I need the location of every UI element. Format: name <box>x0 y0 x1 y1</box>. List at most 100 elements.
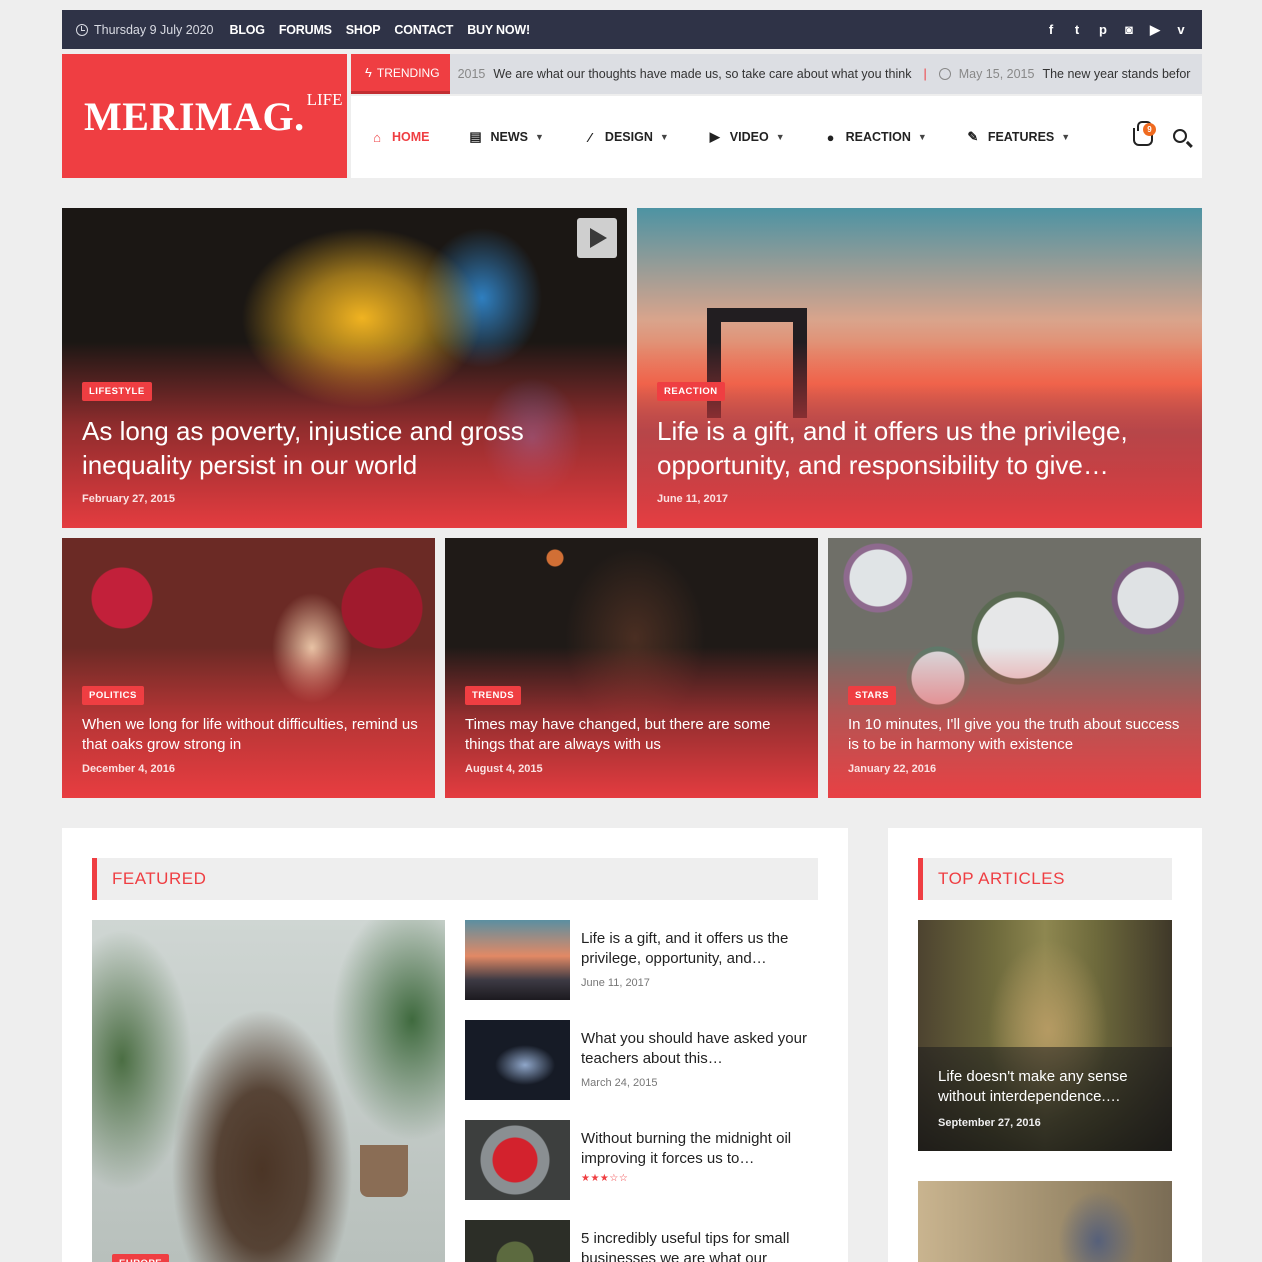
rating-stars: ★★★☆☆ <box>581 1173 629 1184</box>
social-links: f t p ◙ ▶ v <box>1044 22 1188 38</box>
top-article-card[interactable]: Life doesn't make any sense without inte… <box>918 920 1172 1151</box>
nav-label: FEATURES <box>987 130 1055 144</box>
tile-date: December 4, 2016 <box>82 763 175 775</box>
list-thumbnail[interactable] <box>465 1220 570 1262</box>
chevron-down-icon: ▼ <box>535 132 544 142</box>
category-badge[interactable]: TRENDS <box>465 686 522 705</box>
hero-tile[interactable]: TRENDS Times may have changed, but there… <box>445 538 818 798</box>
top-nav-buy-now[interactable]: BUY NOW! <box>467 23 530 37</box>
list-title[interactable]: Without burning the midnight oil improvi… <box>581 1129 821 1169</box>
twitter-icon[interactable]: t <box>1070 22 1084 37</box>
tile-title[interactable]: As long as poverty, injustice and gross … <box>82 414 602 482</box>
category-badge[interactable]: REACTION <box>657 382 725 401</box>
instagram-icon[interactable]: ◙ <box>1122 22 1136 37</box>
top-nav-blog[interactable]: BLOG <box>230 23 266 37</box>
home-icon: ⌂ <box>373 129 381 145</box>
list-item[interactable]: Life is a gift, and it offers us the pri… <box>465 920 820 1000</box>
category-badge[interactable]: POLITICS <box>82 686 144 705</box>
hero-tile[interactable]: STARS In 10 minutes, I'll give you the t… <box>828 538 1201 798</box>
cart-count-badge: 9 <box>1143 123 1156 136</box>
youtube-icon[interactable]: ▶ <box>1148 22 1162 38</box>
search-icon[interactable] <box>1173 129 1187 143</box>
date-text: Thursday 9 July 2020 <box>94 22 214 37</box>
hero-tile[interactable]: REACTION Life is a gift, and it offers u… <box>637 208 1202 528</box>
tile-date: June 11, 2017 <box>657 493 728 505</box>
lightning-icon: ϟ <box>365 65 372 80</box>
list-date: March 24, 2015 <box>581 1077 658 1089</box>
nav-features[interactable]: ✎ FEATURES ▼ <box>965 129 1070 145</box>
chevron-down-icon: ▼ <box>1061 132 1071 142</box>
ticker-date: May 15, 2015 <box>958 67 1035 81</box>
list-title[interactable]: 5 incredibly useful tips for small busin… <box>581 1229 820 1262</box>
plug-icon: ✎ <box>967 129 979 144</box>
featured-main-image[interactable]: EUROPE <box>92 920 445 1262</box>
nav-label: NEWS <box>490 130 529 144</box>
play-circle-icon: ▶ <box>709 129 720 144</box>
ticker-headline[interactable]: The new year stands befor <box>1042 67 1190 81</box>
ticker-separator: | <box>923 67 927 81</box>
clock-icon <box>76 23 88 36</box>
trending-bar: ϟ TRENDING 2015 We are what our thoughts… <box>351 54 1202 94</box>
chevron-down-icon: ▼ <box>775 132 785 142</box>
comments-icon: ● <box>826 129 835 145</box>
top-article-card[interactable] <box>918 1181 1172 1262</box>
tile-date: August 4, 2015 <box>465 763 543 775</box>
nav-label: DESIGN <box>604 130 653 144</box>
hero-tile[interactable]: LIFESTYLE As long as poverty, injustice … <box>62 208 627 528</box>
nav-news[interactable]: ▤ NEWS ▼ <box>468 129 544 145</box>
nav-home[interactable]: ⌂ HOME <box>369 129 429 145</box>
top-nav-contact[interactable]: CONTACT <box>394 23 453 37</box>
clock-icon <box>938 68 951 80</box>
featured-heading: FEATURED <box>92 858 818 900</box>
top-nav: BLOG FORUMS SHOP CONTACT BUY NOW! <box>230 23 531 37</box>
list-thumbnail[interactable] <box>465 920 570 1000</box>
list-thumbnail[interactable] <box>465 1020 570 1100</box>
nav-video[interactable]: ▶ VIDEO ▼ <box>707 129 785 145</box>
tile-title[interactable]: In 10 minutes, I'll give you the truth a… <box>848 715 1188 755</box>
top-nav-forums[interactable]: FORUMS <box>279 23 332 37</box>
top-article-title[interactable]: Life doesn't make any sense without inte… <box>938 1067 1158 1107</box>
tile-title[interactable]: When we long for life without difficulti… <box>82 715 422 755</box>
main-nav: ⌂ HOME ▤ NEWS ▼ ⁄ DESIGN ▼ ▶ VIDEO ▼ ● R… <box>351 96 1202 178</box>
tile-title[interactable]: Life is a gift, and it offers us the pri… <box>657 414 1192 482</box>
list-thumbnail[interactable] <box>465 1120 570 1200</box>
list-item[interactable]: What you should have asked your teachers… <box>465 1020 820 1100</box>
site-logo[interactable]: MERIMAG. LIFE <box>62 54 347 178</box>
date-display: Thursday 9 July 2020 <box>76 23 214 37</box>
trending-label-text: TRENDING <box>376 65 440 80</box>
trending-label: ϟ TRENDING <box>351 54 450 94</box>
hero-tile[interactable]: POLITICS When we long for life without d… <box>62 538 435 798</box>
list-title[interactable]: What you should have asked your teachers… <box>581 1029 821 1069</box>
tile-title[interactable]: Times may have changed, but there are so… <box>465 715 795 755</box>
category-badge[interactable]: EUROPE <box>112 1254 170 1262</box>
pinterest-icon[interactable]: p <box>1096 22 1110 37</box>
top-bar: Thursday 9 July 2020 BLOG FORUMS SHOP CO… <box>62 10 1202 49</box>
list-item[interactable]: 5 incredibly useful tips for small busin… <box>465 1220 820 1262</box>
trending-ticker: 2015 We are what our thoughts have made … <box>450 67 1191 81</box>
chevron-down-icon: ▼ <box>659 132 669 142</box>
ticker-headline[interactable]: We are what our thoughts have made us, s… <box>493 67 911 81</box>
tile-date: February 27, 2015 <box>82 493 175 505</box>
nav-reaction[interactable]: ● REACTION ▼ <box>823 130 927 145</box>
logo-text: MERIMAG. <box>84 93 305 139</box>
category-badge[interactable]: LIFESTYLE <box>82 382 152 401</box>
category-badge[interactable]: STARS <box>848 686 896 705</box>
logo-sup: LIFE <box>306 90 343 109</box>
nav-label: REACTION <box>845 130 911 144</box>
vimeo-icon[interactable]: v <box>1174 22 1188 37</box>
facebook-icon[interactable]: f <box>1044 22 1058 37</box>
top-articles-heading: TOP ARTICLES <box>918 858 1172 900</box>
play-icon[interactable] <box>577 218 617 258</box>
cup-shape <box>360 1145 408 1197</box>
top-nav-shop[interactable]: SHOP <box>346 23 381 37</box>
nav-label: VIDEO <box>729 130 769 144</box>
ticker-date: 2015 <box>457 67 486 81</box>
nav-design[interactable]: ⁄ DESIGN ▼ <box>582 130 669 145</box>
list-item[interactable]: Without burning the midnight oil improvi… <box>465 1120 820 1200</box>
top-article-date: September 27, 2016 <box>938 1117 1041 1129</box>
chevron-down-icon: ▼ <box>917 132 927 142</box>
list-title[interactable]: Life is a gift, and it offers us the pri… <box>581 929 821 969</box>
magic-wand-icon: ⁄ <box>588 129 591 145</box>
tile-date: January 22, 2016 <box>848 763 937 775</box>
list-date: June 11, 2017 <box>581 977 650 989</box>
